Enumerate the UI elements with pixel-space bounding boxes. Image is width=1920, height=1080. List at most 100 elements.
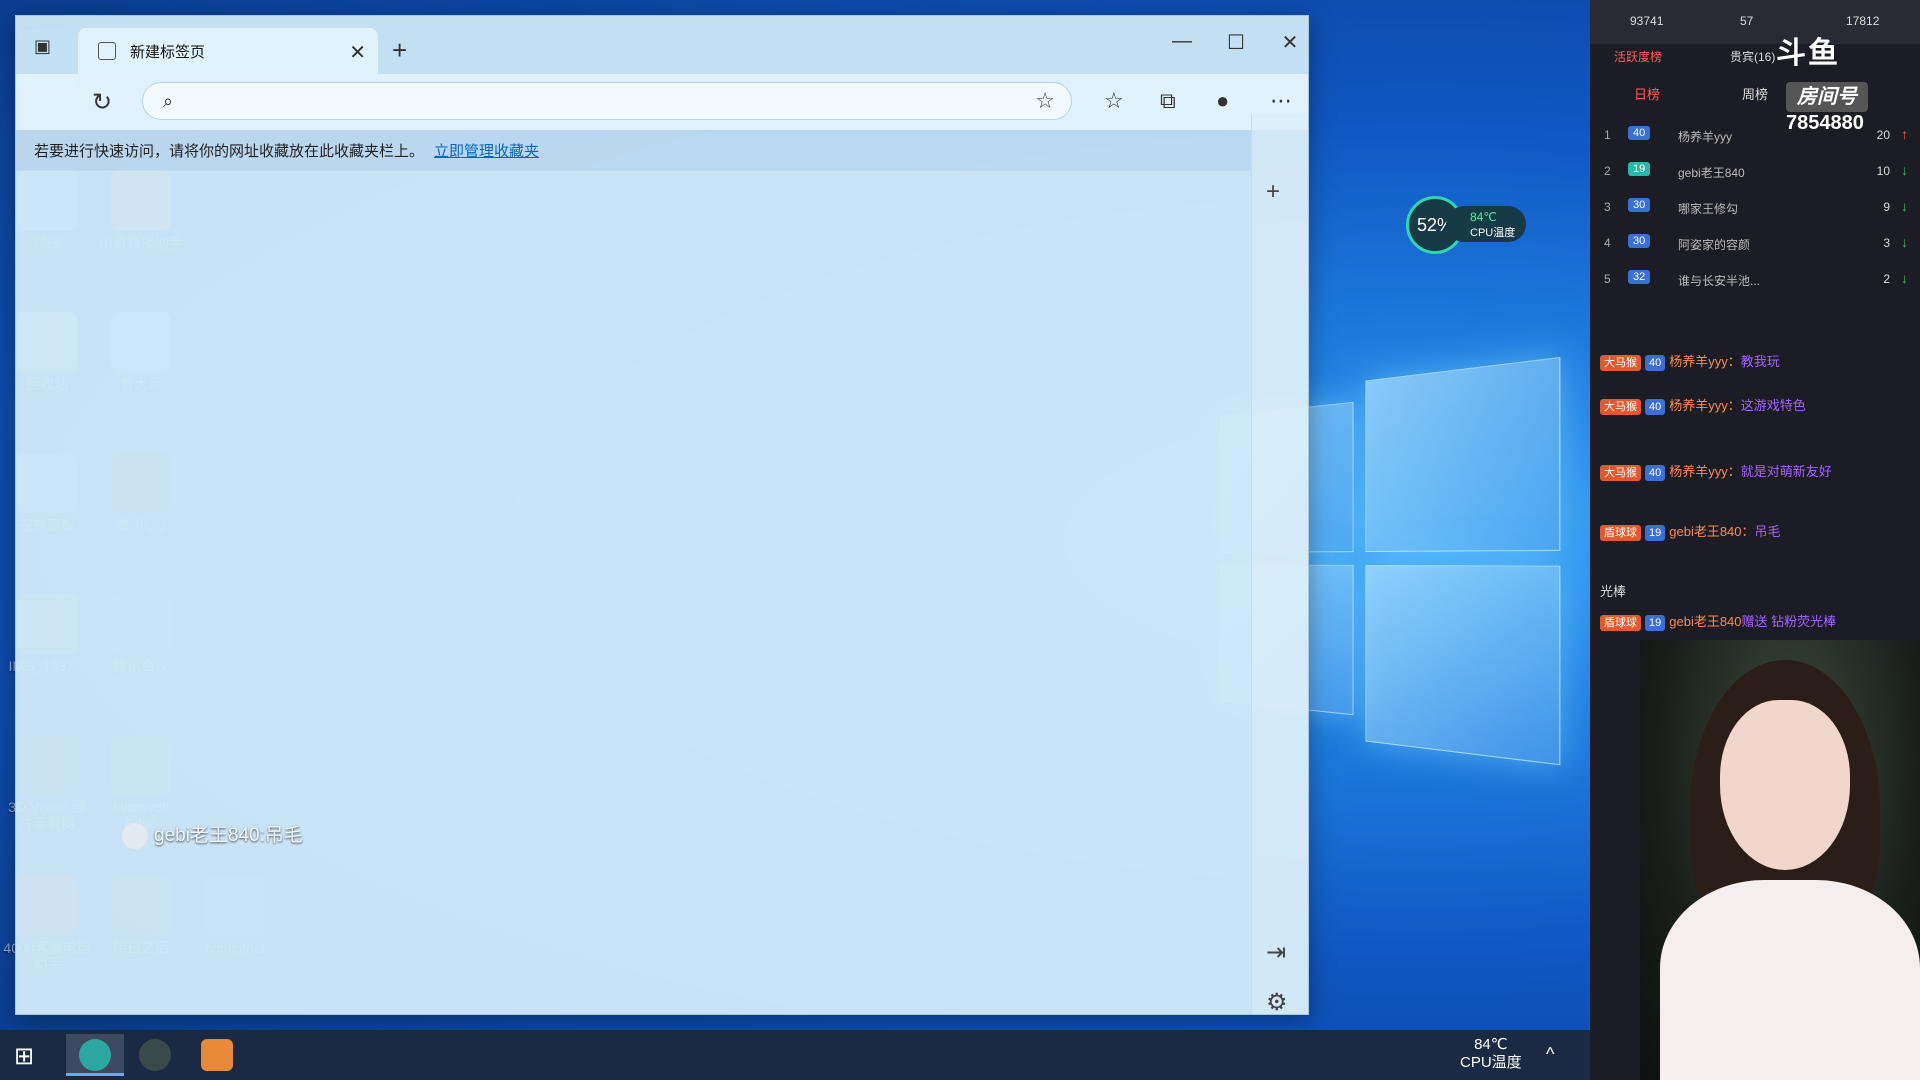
rank-row[interactable]: 2 19 gebi老王840 10 ↓ <box>1590 154 1920 188</box>
new-tab-plus-icon[interactable]: + <box>392 38 407 62</box>
new-tab-page <box>16 171 1252 1014</box>
chat-text: 就是对萌新友好 <box>1741 464 1832 479</box>
tab-new-tab[interactable]: 新建标签页 ✕ <box>78 28 378 74</box>
rank-number: 2 <box>1604 164 1611 178</box>
chat-username: 杨养羊yyy： <box>1669 354 1741 369</box>
tab-activity-rank[interactable]: 活跃度榜 <box>1614 48 1662 65</box>
edge-browser-window: ▣ 新建标签页 ✕ + — ☐ ✕ ↻ ⌕ ☆ ☆ ⧉ ● ⋯ 若要进行快速访问… <box>15 15 1309 1015</box>
chat-text: 这游戏特色 <box>1741 398 1806 413</box>
favorites-bar-hint: 若要进行快速访问，请将你的网址收藏放在此收藏夹栏上。 立即管理收藏夹 <box>34 140 539 161</box>
rank-username: 哪家王修勾 <box>1678 200 1738 217</box>
address-input[interactable] <box>199 89 963 115</box>
chat-fragment: 光棒 <box>1600 582 1918 602</box>
chat-level-badge: 40 <box>1645 465 1665 481</box>
chat-level-badge: 40 <box>1645 355 1665 371</box>
rank-score: 10 <box>1877 164 1890 178</box>
rank-score: 20 <box>1877 128 1890 142</box>
rank-level-badge: 32 <box>1628 270 1650 284</box>
tab-bar: ▣ 新建标签页 ✕ + — ☐ ✕ <box>16 16 1308 74</box>
rank-number: 4 <box>1604 236 1611 250</box>
rank-number: 3 <box>1604 200 1611 214</box>
tray-chevron-up-icon[interactable]: ^ <box>1546 1044 1554 1065</box>
tab-title: 新建标签页 <box>130 41 205 62</box>
taskbar-stream-assistant[interactable] <box>188 1034 246 1076</box>
chat-text: 赠送 钻粉荧光棒 <box>1742 614 1837 629</box>
address-bar[interactable]: ⌕ ☆ <box>142 82 1072 120</box>
taskbar-cpu-temp[interactable]: 84℃ CPU温度 <box>1460 1036 1522 1072</box>
close-tab-icon[interactable]: ✕ <box>349 40 366 65</box>
cpu-temp-pill: 84℃ CPU温度 <box>1446 206 1526 242</box>
stream-stats-bar: 93741 57 17812 <box>1590 0 1920 44</box>
rank-number: 5 <box>1604 272 1611 286</box>
chat-fan-badge: 大马猴 <box>1600 465 1641 481</box>
rank-username: gebi老王840 <box>1678 164 1745 181</box>
cpu-temp-label: CPU温度 <box>1470 227 1515 239</box>
search-icon: ⌕ <box>163 91 173 112</box>
cpu-temperature-widget[interactable]: 52% 84℃ CPU温度 <box>1406 196 1526 256</box>
taskbar-temp-value: 84℃ <box>1460 1036 1522 1054</box>
rank-down-icon: ↓ <box>1901 234 1908 250</box>
rank-period-tabs: 日榜 周榜 <box>1590 80 1920 104</box>
sidebar-add-icon[interactable]: + <box>1266 178 1280 206</box>
cpu-temp-value: 84℃ <box>1470 210 1526 224</box>
rank-row[interactable]: 5 32 谁与长安半池... 2 ↓ <box>1590 262 1920 296</box>
stream-tabs: 活跃度榜 贵宾(16) <box>1590 44 1920 64</box>
rank-row[interactable]: 4 30 阿姿家的容颜 3 ↓ <box>1590 226 1920 260</box>
rank-level-badge: 30 <box>1628 198 1650 212</box>
tab-actions-icon[interactable]: ▣ <box>34 36 58 60</box>
collections-icon[interactable]: ⧉ <box>1160 88 1176 114</box>
danmaku-avatar <box>122 823 148 849</box>
danmaku-text: gebi老王840:吊毛 <box>154 825 303 846</box>
tab-weekly[interactable]: 周榜 <box>1742 84 1768 103</box>
chat-fan-badge: 大马猴 <box>1600 355 1641 371</box>
add-favorite-icon[interactable]: ☆ <box>1035 88 1055 114</box>
taskbar-temp-label: CPU温度 <box>1460 1054 1522 1072</box>
maximize-icon[interactable]: ☐ <box>1216 30 1256 55</box>
more-options-icon[interactable]: ⋯ <box>1270 88 1292 114</box>
new-tab-favicon-icon <box>98 42 116 60</box>
taskbar-edge[interactable] <box>66 1034 124 1076</box>
rank-up-icon: ↑ <box>1901 126 1908 142</box>
edge-sidebar: + ⇥ ⚙ <box>1251 114 1308 1014</box>
stat-viewers: 57 <box>1740 14 1753 28</box>
profile-avatar-icon[interactable]: ● <box>1216 88 1229 114</box>
chat-level-badge: 40 <box>1645 399 1665 415</box>
rank-score: 9 <box>1883 200 1890 214</box>
room-label: 房间号 <box>1786 82 1868 112</box>
rank-username: 谁与长安半池... <box>1678 272 1760 289</box>
rank-username: 杨养羊yyy <box>1678 128 1732 145</box>
hide-sidebar-icon[interactable]: ⇥ <box>1266 938 1286 967</box>
tab-vip[interactable]: 贵宾(16) <box>1730 48 1775 65</box>
close-window-icon[interactable]: ✕ <box>1270 30 1310 55</box>
rank-row[interactable]: 3 30 哪家王修勾 9 ↓ <box>1590 190 1920 224</box>
tab-daily[interactable]: 日榜 <box>1634 84 1660 103</box>
rank-down-icon: ↓ <box>1901 270 1908 286</box>
chat-username: 杨养羊yyy： <box>1669 398 1741 413</box>
douyu-logo: 斗鱼 <box>1776 28 1840 72</box>
sidebar-settings-icon[interactable]: ⚙ <box>1266 988 1288 1017</box>
chat-text: 教我玩 <box>1741 354 1780 369</box>
minimize-icon[interactable]: — <box>1162 30 1202 53</box>
chat-fan-badge: 盾球球 <box>1600 525 1641 541</box>
rank-number: 1 <box>1604 128 1611 142</box>
rank-down-icon: ↓ <box>1901 198 1908 214</box>
refresh-icon[interactable]: ↻ <box>92 88 112 117</box>
webcam-face <box>1720 700 1850 870</box>
start-windows-icon[interactable]: ⊞ <box>14 1042 34 1071</box>
taskbar-game[interactable] <box>126 1034 184 1076</box>
chat-message: 大马猴 40 杨养羊yyy：就是对萌新友好 <box>1600 462 1918 482</box>
chat-message: 盾球球 19 gebi老王840赠送 钻粉荧光棒 <box>1600 612 1918 632</box>
chat-fan-badge: 盾球球 <box>1600 615 1641 631</box>
manage-favorites-link[interactable]: 立即管理收藏夹 <box>434 143 539 160</box>
rank-down-icon: ↓ <box>1901 162 1908 178</box>
chat-username: 杨养羊yyy： <box>1669 464 1741 479</box>
favorites-bar-text: 若要进行快速访问，请将你的网址收藏放在此收藏夹栏上。 <box>34 143 424 160</box>
rank-level-badge: 40 <box>1628 126 1650 140</box>
rank-level-badge: 19 <box>1628 162 1650 176</box>
chat-message: 大马猴 40 杨养羊yyy：教我玩 <box>1600 352 1918 372</box>
rank-row[interactable]: 1 40 杨养羊yyy 20 ↑ <box>1590 118 1920 152</box>
favorites-icon[interactable]: ☆ <box>1104 88 1124 114</box>
edge-icon <box>79 1039 111 1071</box>
chat-level-badge: 19 <box>1645 615 1665 631</box>
stat-followers: 17812 <box>1846 14 1879 28</box>
